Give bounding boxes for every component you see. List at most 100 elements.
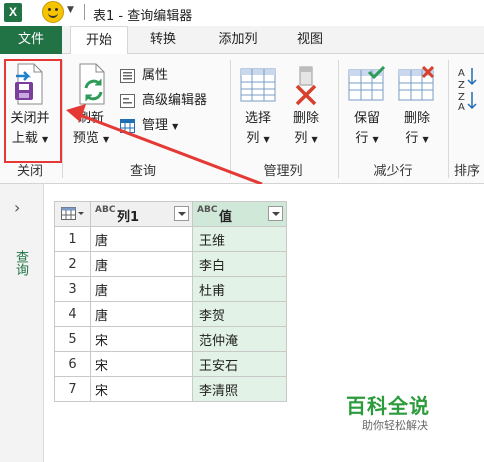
svg-text:Z: Z: [458, 80, 465, 91]
annotation-highlight-box: [4, 59, 62, 163]
properties-icon: [120, 69, 135, 83]
keep-rows-label-2: 行: [355, 131, 369, 146]
table-row: 1 唐 王维: [54, 226, 287, 252]
column-header-col1[interactable]: ABC 列1: [90, 201, 193, 227]
ribbon: 关闭并 上载 ▼ 关闭 刷新 预览 ▼ 属性 高级编辑器 管理 ▼ 查询 选择 …: [0, 54, 484, 184]
remove-columns-label-2: 列: [294, 131, 308, 146]
quick-access-dropdown-icon[interactable]: ▼: [67, 5, 74, 15]
dropdown-caret-icon: ▼: [263, 135, 270, 144]
svg-text:A: A: [458, 68, 465, 79]
expand-panel-icon[interactable]: ›: [14, 198, 20, 217]
refresh-label-1: 刷新: [77, 111, 104, 126]
remove-rows-label-1: 删除: [403, 111, 430, 126]
table-icon: [60, 207, 84, 220]
cell-value[interactable]: 王维: [192, 226, 287, 252]
cell-col1[interactable]: 唐: [90, 251, 193, 277]
column-header-value[interactable]: ABC 值: [192, 201, 287, 227]
svg-text:A: A: [458, 102, 465, 110]
cell-value[interactable]: 李白: [192, 251, 287, 277]
cell-value[interactable]: 杜甫: [192, 276, 287, 302]
remove-rows-label-2-row: 行 ▼: [394, 130, 440, 148]
refresh-label-2-row: 预览 ▼: [66, 130, 116, 148]
refresh-label-2: 预览: [72, 131, 99, 146]
choose-columns-button[interactable]: 选择 列 ▼: [236, 60, 280, 156]
cell-col1[interactable]: 宋: [90, 351, 193, 377]
row-number[interactable]: 6: [54, 351, 91, 377]
tab-home[interactable]: 开始: [70, 26, 128, 54]
group-separator: [230, 60, 231, 178]
filter-dropdown-icon[interactable]: [268, 205, 283, 221]
row-number[interactable]: 2: [54, 251, 91, 277]
advanced-editor-button[interactable]: 高级编辑器: [120, 91, 207, 111]
tab-view[interactable]: 视图: [290, 26, 330, 54]
dropdown-caret-icon: ▼: [372, 135, 379, 144]
data-table: ABC 列1 ABC 值 1 唐 王维 2 唐 李白 3 唐 杜甫 4 唐 李贺…: [54, 201, 287, 402]
sort-buttons[interactable]: A Z Z A: [454, 60, 482, 120]
tab-transform[interactable]: 转换: [140, 26, 186, 54]
group-label-query: 查询: [129, 164, 156, 179]
table-row: 7 宋 李清照: [54, 376, 287, 402]
remove-columns-button[interactable]: 删除 列 ▼: [284, 60, 328, 156]
remove-rows-button[interactable]: 删除 行 ▼: [394, 60, 440, 156]
dropdown-caret-icon: ▼: [172, 122, 179, 131]
filter-dropdown-icon[interactable]: [174, 205, 189, 221]
feedback-smiley-icon[interactable]: [42, 1, 64, 23]
watermark: 百科全说 助你轻松解决: [338, 384, 444, 436]
table-row: 4 唐 李贺: [54, 301, 287, 327]
properties-button[interactable]: 属性: [120, 66, 168, 86]
tab-file[interactable]: 文件: [0, 26, 62, 54]
column-name: 值: [219, 209, 233, 225]
table-row: 5 宋 范仲淹: [54, 326, 287, 352]
window-title: 表1 - 查询编辑器: [93, 9, 193, 24]
cell-col1[interactable]: 宋: [90, 376, 193, 402]
table-menu-button[interactable]: [54, 201, 91, 227]
cell-col1[interactable]: 唐: [90, 226, 193, 252]
cell-value[interactable]: 李贺: [192, 301, 287, 327]
table-row: 6 宋 王安石: [54, 351, 287, 377]
cell-col1[interactable]: 唐: [90, 301, 193, 327]
queries-panel-label[interactable]: 查询: [11, 250, 30, 276]
advanced-editor-label: 高级编辑器: [142, 93, 208, 108]
excel-logo-icon: X: [4, 3, 22, 22]
dropdown-caret-icon: ▼: [422, 135, 429, 144]
row-number[interactable]: 7: [54, 376, 91, 402]
group-separator: [338, 60, 339, 178]
refresh-preview-button[interactable]: 刷新 预览 ▼: [66, 60, 116, 156]
text-type-badge[interactable]: ABC: [95, 205, 115, 215]
remove-rows-label-2: 行: [405, 131, 419, 146]
dropdown-caret-icon: ▼: [311, 135, 318, 144]
cell-col1[interactable]: 宋: [90, 326, 193, 352]
remove-columns-icon: [295, 66, 317, 106]
title-bar: X ▼ 表1 - 查询编辑器: [0, 0, 484, 26]
row-number[interactable]: 1: [54, 226, 91, 252]
group-label-manage-columns: 管理列: [263, 164, 303, 179]
cell-col1[interactable]: 唐: [90, 276, 193, 302]
remove-columns-label-2-row: 列 ▼: [284, 130, 328, 148]
text-type-badge[interactable]: ABC: [197, 205, 217, 215]
manage-label: 管理: [142, 118, 169, 133]
keep-rows-label-2-row: 行 ▼: [344, 130, 390, 148]
cell-value[interactable]: 王安石: [192, 351, 287, 377]
row-number[interactable]: 4: [54, 301, 91, 327]
manage-button[interactable]: 管理 ▼: [120, 116, 178, 136]
properties-label: 属性: [142, 68, 169, 83]
watermark-title: 百科全说: [346, 394, 430, 418]
tab-add-column[interactable]: 添加列: [210, 26, 266, 54]
remove-rows-icon: [398, 66, 435, 101]
choose-columns-label-2: 列: [246, 131, 260, 146]
advanced-editor-icon: [120, 94, 135, 108]
cell-value[interactable]: 范仲淹: [192, 326, 287, 352]
remove-columns-label-1: 删除: [292, 111, 319, 126]
keep-rows-button[interactable]: 保留 行 ▼: [344, 60, 390, 156]
refresh-preview-icon: [79, 63, 105, 105]
group-label-reduce-rows: 减少行: [373, 164, 413, 179]
row-number[interactable]: 3: [54, 276, 91, 302]
row-number[interactable]: 5: [54, 326, 91, 352]
sort-az-icon: A Z Z A: [458, 68, 477, 110]
watermark-subtitle: 助你轻松解决: [362, 419, 428, 432]
cell-value[interactable]: 李清照: [192, 376, 287, 402]
ribbon-tab-bar: 文件 开始 转换 添加列 视图: [0, 26, 484, 54]
choose-columns-label-1: 选择: [244, 111, 271, 126]
column-name: 列1: [117, 209, 140, 225]
group-separator: [62, 60, 63, 178]
